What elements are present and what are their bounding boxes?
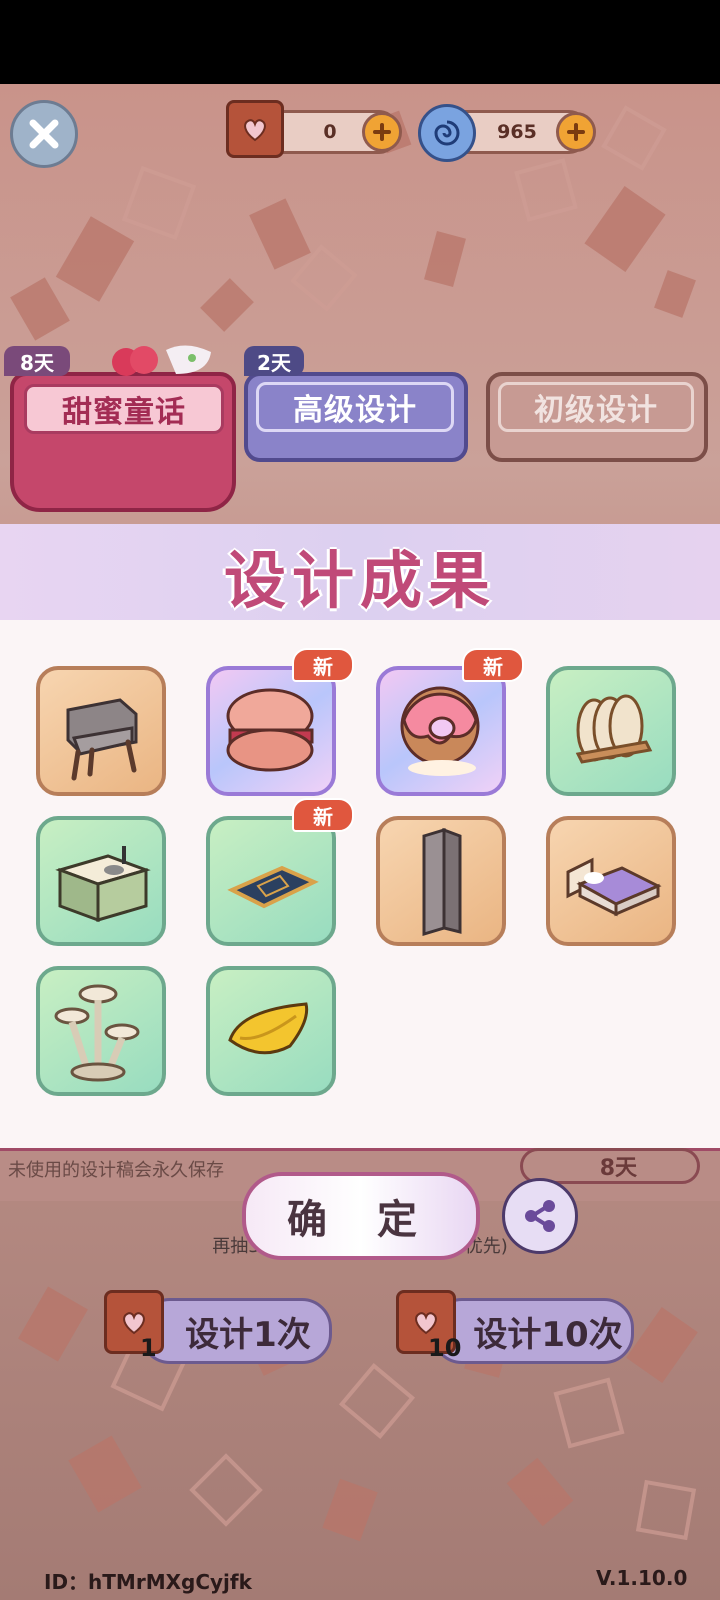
result-item-rug[interactable] — [206, 816, 336, 946]
share-button[interactable] — [502, 1178, 578, 1254]
status-bar — [0, 0, 720, 84]
macaron-icon — [226, 688, 314, 772]
new-badge: 新 — [462, 648, 524, 682]
share-icon — [525, 1200, 555, 1232]
save-note: 未使用的设计稿会永久保存 — [8, 1160, 224, 1181]
design-ten-label: 设计10次 — [473, 1314, 623, 1355]
pink-donut-icon — [400, 686, 480, 776]
tab-timer-badge: 8天 — [4, 346, 70, 376]
tab-sweet-fairytale[interactable]: 甜蜜童话 — [10, 372, 236, 512]
plus-icon — [373, 123, 391, 141]
design-once-label: 设计1次 — [185, 1314, 311, 1355]
design-ten-button[interactable]: 设计10次 — [432, 1298, 634, 1364]
close-button[interactable] — [10, 100, 78, 168]
bed-icon — [566, 857, 662, 917]
add-gems-button[interactable] — [556, 112, 596, 152]
design-once-cost: 1 — [140, 1334, 157, 1362]
design-once-button[interactable]: 设计1次 — [140, 1298, 332, 1364]
result-item-kitchen-counter[interactable] — [36, 816, 166, 946]
result-item-plate-rack[interactable] — [546, 666, 676, 796]
tab-label: 甜蜜童话 — [62, 395, 186, 430]
result-item-mushroom-lamp[interactable] — [36, 966, 166, 1096]
version-label: V.1.10.0 — [596, 1566, 688, 1590]
tab-label: 初级设计 — [534, 393, 658, 428]
confirm-label: 确 定 — [287, 1197, 435, 1243]
blue-rug-icon — [227, 865, 319, 909]
plus-icon — [567, 123, 585, 141]
gem-count: 965 — [497, 121, 537, 143]
cake-decoration-icon — [112, 345, 211, 376]
new-badge: 新 — [292, 648, 354, 682]
design-ten-cost: 10 — [428, 1334, 462, 1362]
ticket-count: 0 — [323, 121, 337, 143]
plate-rack-icon — [575, 694, 653, 764]
sink-counter-icon — [55, 846, 151, 923]
tab-label: 高级设计 — [293, 393, 417, 428]
tab-basic-design[interactable]: 初级设计 — [486, 372, 708, 462]
result-item-bed[interactable] — [546, 816, 676, 946]
gray-pillar-icon — [422, 827, 462, 937]
player-id: ID：hTMrMXgCyjfk — [44, 1570, 252, 1594]
swirl-gem-icon — [418, 104, 476, 162]
close-icon — [29, 119, 59, 149]
new-badge: 新 — [292, 798, 354, 832]
add-tickets-button[interactable] — [362, 112, 402, 152]
design-results-dialog: 设计成果 新 新 新 — [0, 524, 720, 1148]
result-item-donut[interactable] — [376, 666, 506, 796]
result-item-macaron[interactable] — [206, 666, 336, 796]
tab-timer-badge: 2天 — [244, 346, 304, 376]
confirm-button[interactable]: 确 定 — [242, 1172, 480, 1260]
heart-ticket-icon — [226, 100, 284, 158]
result-item-pillar[interactable] — [376, 816, 506, 946]
result-item-armchair[interactable] — [36, 666, 166, 796]
gray-armchair-icon — [66, 698, 138, 781]
banana-boat-icon — [228, 1002, 309, 1055]
mushroom-lamp-icon — [54, 984, 140, 1082]
tab-advanced-design[interactable]: 高级设计 — [244, 372, 468, 462]
result-item-banana-boat[interactable] — [206, 966, 336, 1096]
dialog-title: 设计成果 — [223, 544, 496, 617]
